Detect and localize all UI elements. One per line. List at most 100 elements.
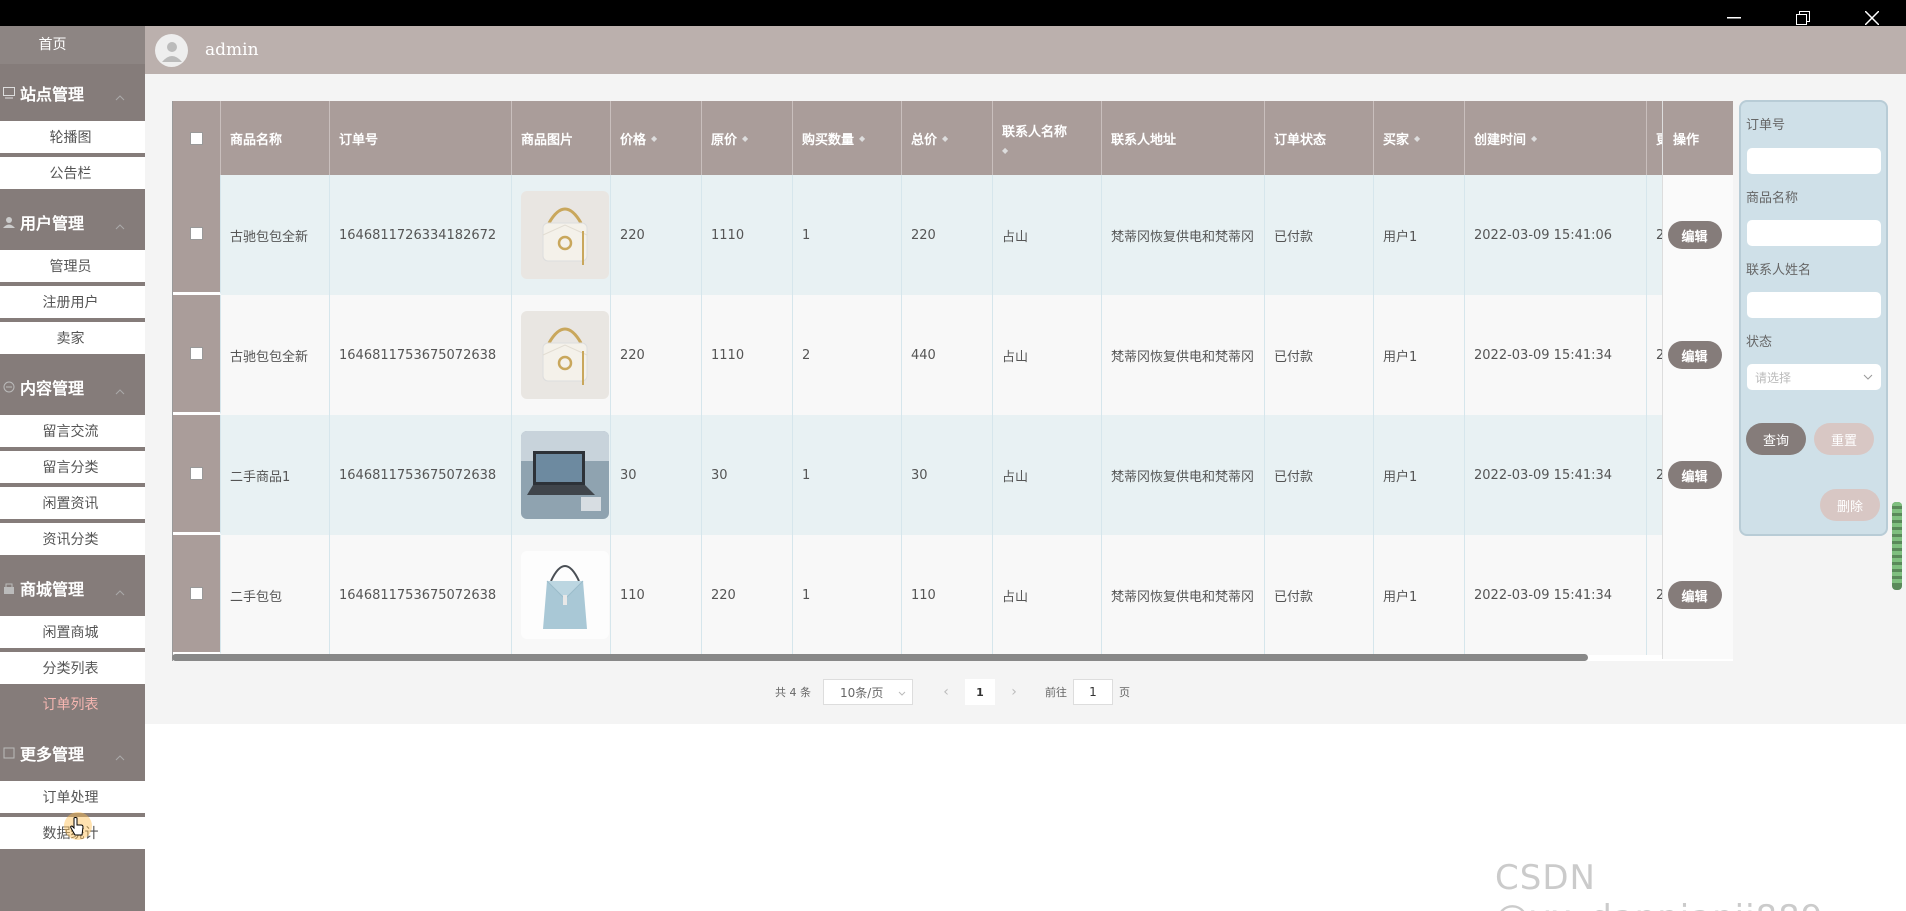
horizontal-scrollbar[interactable]: [172, 654, 1588, 662]
product-thumbnail[interactable]: [521, 191, 609, 279]
goto-label: 前往: [1045, 686, 1067, 699]
page-size-value: 10条/页: [840, 685, 884, 700]
page-unit-label: 页: [1119, 686, 1130, 699]
row-checkbox-cell: [173, 415, 221, 535]
cell-buyer: 用户1: [1374, 415, 1465, 535]
sort-icon: ◆: [651, 133, 658, 143]
row-checkbox[interactable]: [190, 467, 203, 480]
edit-button[interactable]: 编辑: [1667, 581, 1722, 609]
cell-product-image: [512, 535, 611, 655]
cell-order-status: 已付款: [1265, 175, 1374, 295]
col-total[interactable]: 总价 ◆: [902, 101, 993, 175]
cell-order-status: 已付款: [1265, 415, 1374, 535]
sidebar-item-carousel[interactable]: 轮播图: [0, 121, 145, 157]
cell-contact-address: 梵蒂冈恢复供电和梵蒂冈: [1102, 415, 1265, 535]
cell-order-no: 1646811726334182672: [330, 175, 512, 295]
cell-contact-name: 占山: [993, 535, 1102, 655]
prev-page-button[interactable]: ‹: [933, 679, 959, 705]
select-all-checkbox[interactable]: [190, 131, 203, 145]
cell-original-price: 1110: [702, 175, 793, 295]
vertical-scrollbar[interactable]: [1892, 502, 1902, 590]
sidebar-item-order-processing[interactable]: 订单处理: [0, 781, 145, 817]
ops-column: 操作 编辑 编辑 编辑 编辑: [1662, 101, 1733, 659]
cell-created-time: 2022-03-09 15:41:34: [1465, 295, 1647, 415]
sidebar-group-more[interactable]: 更多管理: [0, 724, 145, 781]
cell-contact-address: 梵蒂冈恢复供电和梵蒂冈: [1102, 295, 1265, 415]
cell-created-time: 2022-03-09 15:41:34: [1465, 535, 1647, 655]
order-no-input[interactable]: [1747, 148, 1881, 174]
sidebar-group-title: 更多管理: [20, 744, 85, 764]
sidebar-group-shop[interactable]: 商城管理: [0, 559, 145, 616]
sidebar-item-messages[interactable]: 留言交流: [0, 415, 145, 451]
status-select[interactable]: 请选择: [1747, 364, 1881, 390]
edit-button[interactable]: 编辑: [1667, 461, 1722, 489]
sidebar-item-news-categories[interactable]: 资讯分类: [0, 523, 145, 559]
cell-buyer: 用户1: [1374, 295, 1465, 415]
cell-total: 30: [902, 415, 993, 535]
col-buyer-label: 买家: [1383, 132, 1410, 148]
contact-name-input[interactable]: [1747, 292, 1881, 318]
sort-icon: ◆: [742, 133, 749, 143]
order-no-label: 订单号: [1746, 118, 1786, 133]
sidebar-item-registered-users[interactable]: 注册用户: [0, 286, 145, 322]
cell-product-name: 二手商品1: [221, 415, 330, 535]
cell-order-no: 1646811753675072638: [330, 535, 512, 655]
sidebar-item-category-list[interactable]: 分类列表: [0, 652, 145, 688]
page-size-select[interactable]: 10条/页: [823, 679, 913, 705]
row-checkbox[interactable]: [190, 587, 203, 600]
cell-product-image: [512, 175, 611, 295]
sidebar-group-users[interactable]: 用户管理: [0, 193, 145, 250]
product-thumbnail[interactable]: [521, 551, 609, 639]
col-created-time[interactable]: 创建时间 ◆: [1465, 101, 1647, 175]
user-icon: [2, 215, 16, 229]
col-product-image: 商品图片: [512, 101, 611, 175]
sidebar-item-idle-mall[interactable]: 闲置商城: [0, 616, 145, 652]
cell-price: 220: [611, 295, 702, 415]
sidebar-group-site[interactable]: 站点管理: [0, 64, 145, 121]
sidebar-item-notice[interactable]: 公告栏: [0, 157, 145, 193]
sidebar-group-content[interactable]: 内容管理: [0, 358, 145, 415]
sidebar-item-message-categories[interactable]: 留言分类: [0, 451, 145, 487]
query-button[interactable]: 查询: [1746, 423, 1806, 455]
page-number[interactable]: 1: [965, 679, 995, 705]
cell-price: 30: [611, 415, 702, 535]
product-thumbnail[interactable]: [521, 431, 609, 519]
col-created-time-label: 创建时间: [1474, 132, 1527, 148]
edit-button[interactable]: 编辑: [1667, 341, 1722, 369]
reset-button[interactable]: 重置: [1814, 423, 1874, 455]
sidebar-item-news[interactable]: 闲置资讯: [0, 487, 145, 523]
col-original-price[interactable]: 原价 ◆: [702, 101, 793, 175]
avatar[interactable]: [155, 33, 188, 67]
table-row: 二手商品1 1646811753675072638 30 30 1 30 占山 梵蒂冈恢复供电…: [173, 415, 1687, 535]
next-page-button[interactable]: ›: [1001, 679, 1027, 705]
col-price[interactable]: 价格 ◆: [611, 101, 702, 175]
row-checkbox-cell: [173, 295, 221, 415]
cell-quantity: 1: [793, 535, 902, 655]
sidebar-item-order-list[interactable]: 订单列表: [0, 688, 145, 724]
cell-order-status: 已付款: [1265, 535, 1374, 655]
scrollbar-thumb[interactable]: [172, 654, 1588, 661]
cell-order-status: 已付款: [1265, 295, 1374, 415]
edit-button[interactable]: 编辑: [1667, 221, 1722, 249]
col-buyer[interactable]: 买家 ◆: [1374, 101, 1465, 175]
watermark: CSDN @vx_danpianji889: [1495, 858, 1822, 911]
cell-contact-name: 占山: [993, 415, 1102, 535]
sidebar-home[interactable]: 首页: [0, 26, 145, 64]
user-avatar-icon: [161, 42, 182, 62]
col-quantity[interactable]: 购买数量 ◆: [793, 101, 902, 175]
goto-page-input[interactable]: 1: [1073, 679, 1113, 705]
row-checkbox[interactable]: [190, 347, 203, 360]
col-contact-name[interactable]: 联系人名称 ◆: [993, 101, 1102, 175]
cell-price: 110: [611, 535, 702, 655]
sidebar-item-admins[interactable]: 管理员: [0, 250, 145, 286]
row-checkbox[interactable]: [190, 227, 203, 240]
select-all-checkbox-cell: [173, 101, 221, 175]
delete-button[interactable]: 删除: [1820, 489, 1880, 521]
product-name-input[interactable]: [1747, 220, 1881, 246]
product-thumbnail[interactable]: [521, 311, 609, 399]
sidebar-item-sellers[interactable]: 卖家: [0, 322, 145, 358]
top-bar: admin: [145, 26, 1906, 74]
col-operations: 操作: [1663, 101, 1733, 175]
cell-product-name: 古驰包包全新: [221, 175, 330, 295]
chevron-up-icon: [115, 746, 125, 765]
